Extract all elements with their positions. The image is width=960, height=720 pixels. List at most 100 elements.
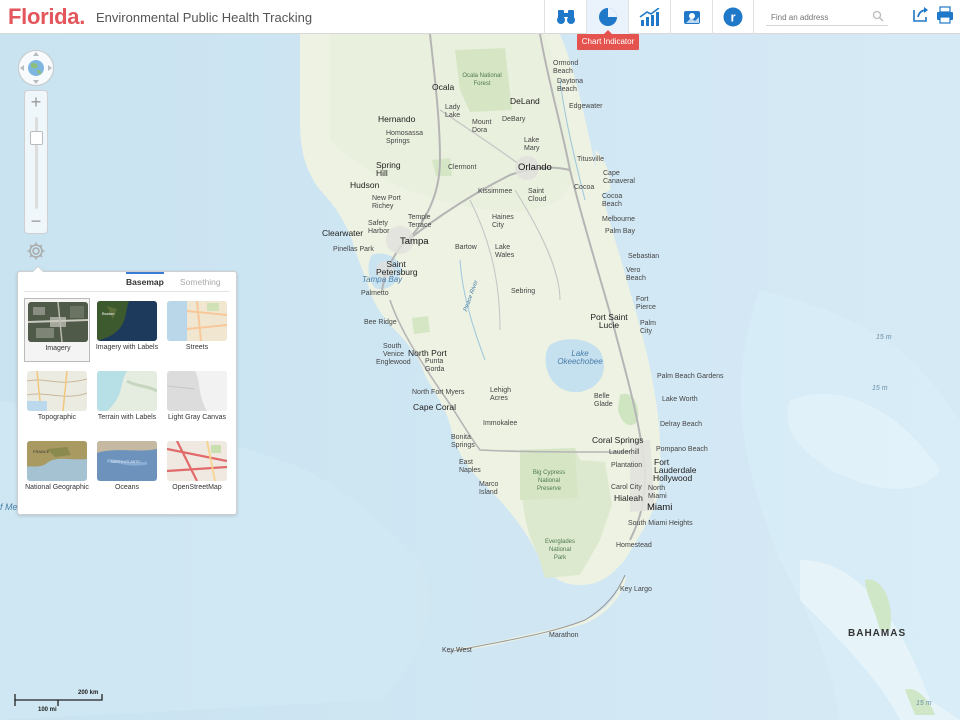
- basemap-label: OpenStreetMap: [172, 484, 222, 491]
- place-label: Lauderhill: [609, 449, 640, 456]
- place-label: New Port Richey: [372, 195, 401, 210]
- place-label: Pompano Beach: [656, 446, 708, 453]
- tab-something[interactable]: Something: [180, 277, 221, 290]
- basemap-label: Topographic: [37, 414, 77, 421]
- streets-thumbnail: [167, 301, 227, 341]
- place-label: Cocoa Beach: [602, 193, 623, 208]
- place-label: Port Saint Lucie: [590, 312, 628, 330]
- place-label: Cape Canaveral: [603, 170, 635, 185]
- place-label: Daytona Beach: [557, 78, 584, 93]
- place-label: North Miami: [648, 485, 667, 500]
- oceans-thumbnail: NORTH ATLANTIC: [97, 441, 157, 481]
- place-label: Coral Springs: [592, 435, 644, 445]
- basemap-label: Oceans: [114, 484, 140, 491]
- svg-text:r: r: [730, 10, 735, 25]
- depth-label: 15 m: [916, 700, 932, 707]
- basemap-option-streets[interactable]: Streets: [164, 298, 230, 362]
- place-label: Palm City: [640, 320, 656, 335]
- print-icon[interactable]: [936, 6, 954, 24]
- place-label: Fort Lauderdale: [654, 457, 697, 475]
- place-label: Clearwater: [322, 228, 364, 238]
- place-label: Ormond Beach: [553, 60, 579, 75]
- zoom-in-button[interactable]: +: [25, 91, 47, 113]
- basemap-option-light-gray[interactable]: Light Gray Canvas: [164, 368, 230, 432]
- place-label: Lehigh Acres: [490, 387, 512, 402]
- nav-button-chart-indicator[interactable]: [586, 0, 628, 34]
- app-header: Florida. Environmental Public Health Tra…: [0, 0, 960, 34]
- park-label: Big Cypress National Preserve: [532, 470, 566, 492]
- basemap-option-oceans[interactable]: NORTH ATLANTIC Oceans: [94, 438, 160, 502]
- park-label: Everglades National Park: [544, 539, 576, 561]
- basemap-label: Light Gray Canvas: [168, 414, 226, 421]
- basemap-option-national-geographic[interactable]: FRANCE National Geographic: [24, 438, 90, 502]
- place-label: Hialeah: [614, 493, 643, 503]
- place-label: DeBary: [502, 116, 526, 123]
- place-label: Palm Bay: [605, 228, 635, 235]
- pan-control[interactable]: [18, 50, 54, 86]
- tab-basemap[interactable]: Basemap: [126, 272, 164, 290]
- country-label: BAHAMAS: [848, 628, 907, 639]
- place-label: Sebastian: [628, 253, 660, 260]
- place-label: Homestead: [616, 542, 652, 549]
- nav-button-reports[interactable]: r: [712, 0, 754, 34]
- place-label: Sebring: [511, 288, 536, 295]
- basemap-option-openstreetmap[interactable]: OpenStreetMap: [164, 438, 230, 502]
- basemap-label: Imagery with Labels: [95, 344, 159, 351]
- place-label: Bartow: [455, 244, 477, 251]
- place-label: Haines City: [492, 214, 514, 229]
- place-label: Belle Glade: [594, 393, 613, 408]
- basemap-label: Terrain with Labels: [97, 414, 157, 421]
- place-label: Lady Lake: [445, 104, 461, 119]
- place-label: Punta Gorda: [425, 358, 445, 373]
- basemap-option-imagery-labels[interactable]: Boston Imagery with Labels: [94, 298, 160, 362]
- basemap-label: Streets: [185, 344, 209, 351]
- place-label: Fort Pierce: [636, 296, 656, 311]
- openstreetmap-thumbnail: [167, 441, 227, 481]
- svg-text:Boston: Boston: [102, 311, 114, 316]
- basemap-option-terrain[interactable]: Terrain with Labels: [94, 368, 160, 432]
- place-label: Lake Worth: [662, 396, 698, 403]
- place-label: Homosassa Springs: [386, 130, 423, 145]
- map-marker-icon: [683, 11, 700, 24]
- place-label: Saint Petersburg: [376, 259, 418, 277]
- nav-button-map[interactable]: [670, 0, 712, 34]
- zoom-handle[interactable]: [30, 131, 43, 145]
- gear-icon[interactable]: [26, 241, 46, 261]
- trend-chart-icon: [639, 8, 659, 26]
- place-label: Titusville: [577, 156, 604, 163]
- address-search-input[interactable]: [771, 10, 866, 24]
- place-label: Marco Island: [479, 481, 499, 496]
- zoom-out-button[interactable]: −: [25, 211, 47, 233]
- place-label: Lake Wales: [495, 244, 515, 259]
- topographic-thumbnail: [27, 371, 87, 411]
- place-label: Ocala: [432, 82, 455, 92]
- place-label: Clermont: [448, 164, 477, 171]
- place-label: Pinellas Park: [333, 246, 374, 253]
- place-label: DeLand: [510, 96, 540, 106]
- place-label: Bonita Springs: [451, 434, 475, 449]
- light-gray-thumbnail: [167, 371, 227, 411]
- place-label: Melbourne: [602, 216, 636, 223]
- basemap-option-imagery[interactable]: Imagery: [24, 298, 90, 362]
- nav-button-trends[interactable]: [628, 0, 670, 34]
- place-label: North Port: [408, 348, 447, 358]
- place-label: Temple Terrace: [408, 214, 432, 229]
- search-icon[interactable]: [872, 10, 884, 22]
- park-label: Ocala National Forest: [462, 73, 502, 87]
- place-label: East Naples: [459, 459, 481, 474]
- place-label: Palm Beach Gardens: [657, 373, 724, 380]
- depth-label: 15 m: [872, 385, 888, 392]
- place-label: Key West: [442, 647, 472, 654]
- place-label: Delray Beach: [660, 421, 703, 428]
- place-label: Hernando: [378, 114, 416, 124]
- place-label: South Miami Heights: [628, 520, 693, 527]
- nav-button-explore[interactable]: [544, 0, 586, 34]
- place-label: Edgewater: [569, 103, 603, 110]
- national-geographic-thumbnail: FRANCE: [27, 441, 87, 481]
- water-label: Lake Okeechobee: [557, 349, 603, 366]
- basemap-option-topographic[interactable]: Topographic: [24, 368, 90, 432]
- place-label: Palmetto: [361, 290, 389, 297]
- place-label: Englewood: [376, 359, 411, 366]
- share-icon[interactable]: [912, 6, 930, 24]
- pie-chart-icon: [598, 8, 617, 26]
